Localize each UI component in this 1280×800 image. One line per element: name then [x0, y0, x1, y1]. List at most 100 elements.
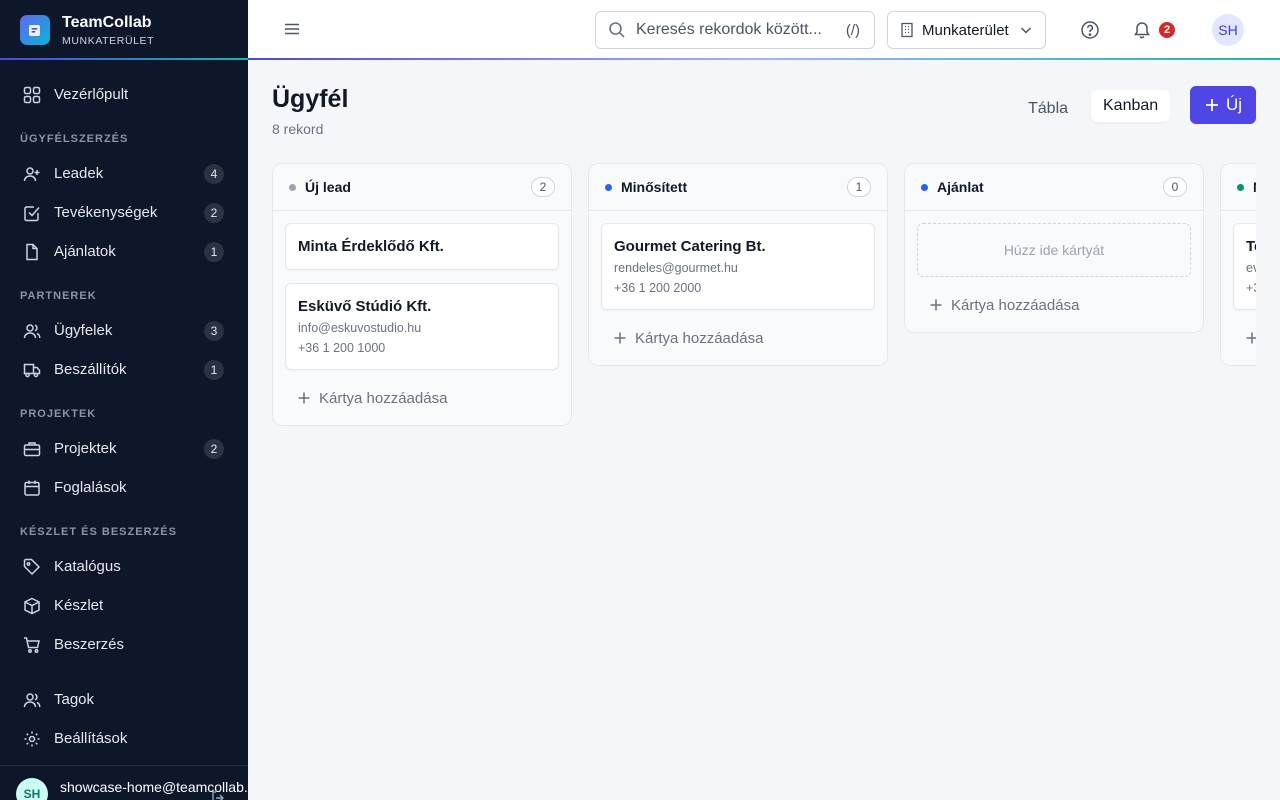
kanban-column-partial: N Te ev +3: [1220, 163, 1256, 366]
building-icon: [900, 22, 914, 38]
brand[interactable]: TeamCollab MUNKATERÜLET: [0, 0, 248, 60]
kanban-board: Új lead 2 Minta Érdeklődő Kft. Esküvő St…: [272, 163, 1256, 563]
workspace-label: Munkaterület: [922, 21, 1009, 39]
count-badge: 3: [204, 320, 224, 341]
kanban-card[interactable]: Te ev +3: [1233, 223, 1256, 310]
column-header: Minősített 1: [589, 164, 887, 211]
gear-icon: [22, 729, 42, 749]
kanban-column-new-lead: Új lead 2 Minta Érdeklődő Kft. Esküvő St…: [272, 163, 572, 426]
sidebar-item-catalog[interactable]: Katalógus: [12, 547, 236, 586]
kanban-column-qualified: Minősített 1 Gourmet Catering Bt. rendel…: [588, 163, 888, 366]
column-title: Új lead: [305, 179, 351, 195]
brand-title: TeamCollab: [62, 13, 152, 31]
column-title: N: [1253, 179, 1256, 195]
chevron-down-icon: [1019, 23, 1033, 37]
sidebar-item-dashboard[interactable]: Vezérlőpult: [12, 75, 236, 114]
count-badge: 1: [204, 241, 224, 262]
add-card-button[interactable]: [1233, 323, 1256, 353]
sidebar-item-projects[interactable]: Projektek 2: [12, 429, 236, 468]
kanban-column-offer: Ajánlat 0 Húzz ide kártyát Kártya hozzáa…: [904, 163, 1204, 333]
search-input[interactable]: [636, 21, 840, 39]
view-kanban-toggle[interactable]: Kanban: [1091, 90, 1171, 122]
plus-icon: [929, 298, 943, 312]
add-card-button[interactable]: Kártya hozzáadása: [601, 323, 875, 353]
plus-icon: [613, 331, 627, 345]
workspace-select[interactable]: Munkaterület: [887, 11, 1046, 49]
column-header: Ajánlat 0: [905, 164, 1203, 211]
sidebar-item-quotes[interactable]: Ajánlatok 1: [12, 232, 236, 271]
sidebar: TeamCollab MUNKATERÜLET Vezérlőpult ÜGYF…: [0, 0, 248, 800]
sidebar-item-label: Ajánlatok: [54, 243, 116, 260]
search-box[interactable]: (/): [595, 11, 875, 49]
avatar[interactable]: SH: [1212, 14, 1244, 46]
sidebar-item-activities[interactable]: Tevékenységek 2: [12, 193, 236, 232]
briefcase-icon: [22, 439, 42, 459]
calendar-icon: [22, 478, 42, 498]
sidebar-item-leads[interactable]: Leadek 4: [12, 154, 236, 193]
add-card-button[interactable]: Kártya hozzáadása: [285, 383, 559, 413]
record-count: 8 rekord: [272, 121, 324, 137]
add-card-label: Kártya hozzáadása: [319, 389, 448, 407]
card-title: Te: [1246, 238, 1256, 255]
sidebar-nav: Vezérlőpult ÜGYFÉLSZERZÉS Leadek 4 Tevék…: [12, 75, 236, 664]
sidebar-item-clients[interactable]: Ügyfelek 3: [12, 311, 236, 350]
topbar: (/) Munkaterület 2 SH: [248, 0, 1280, 60]
card-title: Esküvő Stúdió Kft.: [298, 298, 432, 315]
logout-icon[interactable]: [210, 790, 226, 800]
kanban-card[interactable]: Minta Érdeklődő Kft.: [285, 223, 559, 270]
sidebar-item-label: Ügyfelek: [54, 322, 113, 339]
card-email: rendeles@gourmet.hu: [614, 261, 738, 275]
main-content: Ügyfél 8 rekord Tábla Kanban Új Új lead …: [248, 60, 1280, 800]
card-drop-zone[interactable]: Húzz ide kártyát: [917, 223, 1191, 277]
nav-section-title: ÜGYFÉLSZERZÉS: [20, 133, 129, 145]
column-title: Ajánlat: [937, 179, 984, 195]
card-phone: +36 1 200 2000: [614, 281, 702, 295]
status-dot: [289, 183, 296, 191]
sidebar-item-label: Készlet: [54, 597, 104, 614]
users-icon: [22, 690, 42, 710]
sidebar-item-label: Tagok: [54, 691, 95, 708]
kanban-card[interactable]: Esküvő Stúdió Kft. info@eskuvostudio.hu …: [285, 283, 559, 370]
grid-icon: [22, 85, 42, 105]
count-badge: 4: [204, 163, 224, 184]
column-title: Minősített: [621, 179, 688, 195]
new-record-label: Új: [1225, 95, 1243, 114]
card-title: Gourmet Catering Bt.: [614, 238, 766, 255]
user-plus-icon: [22, 164, 42, 184]
column-header: N: [1221, 164, 1256, 211]
user-menu[interactable]: SH showcase-home@teamcollab.: [0, 765, 248, 800]
column-count: 1: [847, 177, 871, 197]
sidebar-item-settings[interactable]: Beállítások: [12, 719, 236, 758]
sidebar-item-label: Katalógus: [54, 558, 121, 575]
menu-icon[interactable]: [282, 19, 302, 44]
nav-section-title: KÉSZLET ÉS BESZERZÉS: [20, 526, 177, 538]
status-dot: [605, 183, 612, 191]
sidebar-item-label: Vezérlőpult: [54, 86, 129, 103]
view-table-toggle[interactable]: Tábla: [1018, 94, 1078, 124]
tag-icon: [22, 557, 42, 577]
sidebar-item-label: Beszerzés: [54, 636, 125, 653]
page-title: Ügyfél: [272, 85, 349, 113]
nav-section-title: PROJEKTEK: [20, 408, 97, 420]
sidebar-bottom-nav: Tagok Beállítások: [12, 680, 236, 758]
sidebar-item-label: Beszállítók: [54, 361, 127, 378]
add-card-button[interactable]: Kártya hozzáadása: [917, 290, 1191, 320]
new-record-button[interactable]: Új: [1190, 86, 1256, 124]
sidebar-item-inventory[interactable]: Készlet: [12, 586, 236, 625]
bell-icon[interactable]: [1132, 20, 1152, 45]
kanban-card[interactable]: Gourmet Catering Bt. rendeles@gourmet.hu…: [601, 223, 875, 310]
sidebar-item-purchasing[interactable]: Beszerzés: [12, 625, 236, 664]
brand-subtitle: MUNKATERÜLET: [62, 34, 155, 47]
plus-icon: [1245, 331, 1256, 345]
users-icon: [22, 321, 42, 341]
sidebar-item-bookings[interactable]: Foglalások: [12, 468, 236, 507]
sidebar-item-members[interactable]: Tagok: [12, 680, 236, 719]
status-dot: [1237, 183, 1244, 191]
card-email: ev: [1246, 261, 1256, 275]
truck-icon: [22, 360, 42, 380]
sidebar-item-suppliers[interactable]: Beszállítók 1: [12, 350, 236, 389]
sidebar-item-label: Leadek: [54, 165, 104, 182]
count-badge: 2: [204, 202, 224, 223]
card-title: Minta Érdeklődő Kft.: [298, 238, 444, 255]
help-icon[interactable]: [1080, 20, 1100, 45]
